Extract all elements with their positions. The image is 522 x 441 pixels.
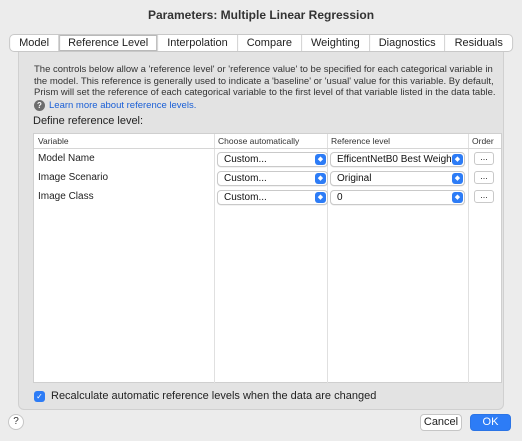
learn-more-row: ? Learn more about reference levels. — [34, 100, 504, 112]
tab-residuals[interactable]: Residuals — [446, 35, 512, 51]
reference-level-select[interactable]: 0 ◆ — [330, 190, 465, 205]
recalc-label: Recalculate automatic reference levels w… — [51, 390, 377, 402]
dialog-window: Parameters: Multiple Linear Regression M… — [0, 0, 522, 441]
choose-auto-select[interactable]: Custom... ◆ — [217, 152, 328, 167]
checkbox-checked-icon[interactable]: ✓ — [34, 390, 45, 402]
reference-level-select[interactable]: Original ◆ — [330, 171, 465, 186]
order-button[interactable]: ... — [474, 171, 494, 184]
variable-name: Image Class — [38, 191, 94, 202]
recalc-option[interactable]: ✓ Recalculate automatic reference levels… — [34, 390, 376, 402]
table-row: Image Class Custom... ◆ 0 ◆ ... — [34, 188, 501, 207]
table-row: Image Scenario Custom... ◆ Original ◆ ..… — [34, 169, 501, 188]
order-button[interactable]: ... — [474, 152, 494, 165]
help-circle-icon: ? — [34, 99, 45, 111]
window-title: Parameters: Multiple Linear Regression — [147, 8, 375, 22]
select-value: EfficentNetB0 Best Weight — [337, 154, 455, 165]
tab-model[interactable]: Model — [10, 35, 60, 51]
chevron-updown-icon: ◆ — [452, 192, 463, 203]
header-variable: Variable — [38, 136, 69, 146]
select-value: Custom... — [224, 173, 267, 184]
table-header: Variable Choose automatically Reference … — [34, 134, 501, 149]
chevron-updown-icon: ◆ — [452, 173, 463, 184]
chevron-updown-icon: ◆ — [315, 192, 326, 203]
chevron-updown-icon: ◆ — [315, 173, 326, 184]
variable-name: Model Name — [38, 153, 95, 164]
info-text: The controls below allow a 'reference le… — [34, 64, 496, 98]
tab-interpolation[interactable]: Interpolation — [158, 35, 238, 51]
tab-reference-level[interactable]: Reference Level — [59, 35, 159, 51]
info-description: The controls below allow a 'reference le… — [34, 64, 504, 111]
reference-level-select[interactable]: EfficentNetB0 Best Weight ◆ — [330, 152, 465, 167]
select-value: Custom... — [224, 192, 267, 203]
tab-bar: Model Reference Level Interpolation Comp… — [9, 34, 513, 52]
help-button[interactable]: ? — [8, 414, 24, 430]
variable-name: Image Scenario — [38, 172, 109, 183]
chevron-updown-icon: ◆ — [452, 154, 463, 165]
select-value: 0 — [337, 192, 343, 203]
header-choose-automatically: Choose automatically — [218, 136, 300, 146]
header-order: Order — [472, 136, 494, 146]
cancel-button[interactable]: Cancel — [420, 414, 462, 431]
tab-weighting[interactable]: Weighting — [302, 35, 370, 51]
choose-auto-select[interactable]: Custom... ◆ — [217, 190, 328, 205]
ok-button[interactable]: OK — [470, 414, 511, 431]
table-row: Model Name Custom... ◆ EfficentNetB0 Bes… — [34, 150, 501, 169]
tab-compare[interactable]: Compare — [238, 35, 302, 51]
select-value: Custom... — [224, 154, 267, 165]
reference-table: Variable Choose automatically Reference … — [33, 133, 502, 384]
header-reference-level: Reference level — [331, 136, 391, 146]
learn-more-link[interactable]: Learn more about reference levels. — [49, 100, 196, 112]
select-value: Original — [337, 173, 372, 184]
choose-auto-select[interactable]: Custom... ◆ — [217, 171, 328, 186]
chevron-updown-icon: ◆ — [315, 154, 326, 165]
order-button[interactable]: ... — [474, 190, 494, 203]
tab-diagnostics[interactable]: Diagnostics — [370, 35, 446, 51]
define-reference-label: Define reference level: — [33, 115, 144, 127]
